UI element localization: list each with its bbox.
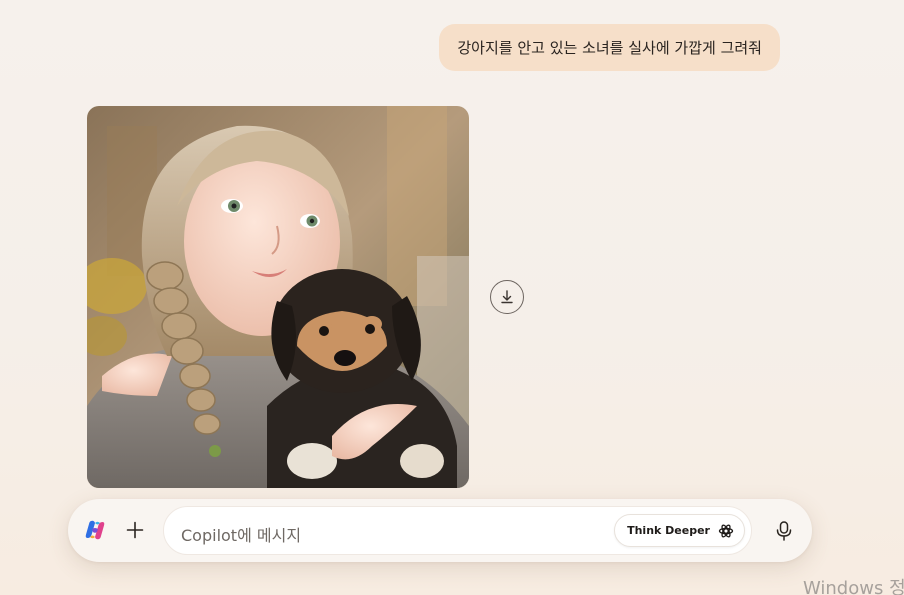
- copilot-logo-icon[interactable]: [83, 518, 107, 542]
- think-deeper-icon: [718, 524, 734, 537]
- think-deeper-button[interactable]: Think Deeper: [614, 514, 745, 547]
- download-icon: [501, 290, 513, 304]
- message-composer: Copilot에 메시지 Think Deeper: [68, 499, 812, 562]
- windows-watermark: Windows 정: [803, 578, 904, 595]
- generated-image-art: [87, 106, 469, 488]
- message-input[interactable]: Copilot에 메시지 Think Deeper: [163, 506, 752, 555]
- user-message-bubble: 강아지를 안고 있는 소녀를 실사에 가깝게 그려줘: [439, 24, 780, 71]
- user-message-text: 강아지를 안고 있는 소녀를 실사에 가깝게 그려줘: [457, 39, 762, 57]
- plus-icon: [126, 521, 144, 539]
- think-deeper-label: Think Deeper: [627, 524, 710, 537]
- download-image-button[interactable]: [490, 280, 524, 314]
- voice-input-button[interactable]: [771, 518, 797, 544]
- add-attachment-button[interactable]: [122, 517, 148, 543]
- microphone-icon: [776, 521, 792, 541]
- message-input-placeholder: Copilot에 메시지: [181, 526, 302, 545]
- generated-image[interactable]: [87, 106, 469, 488]
